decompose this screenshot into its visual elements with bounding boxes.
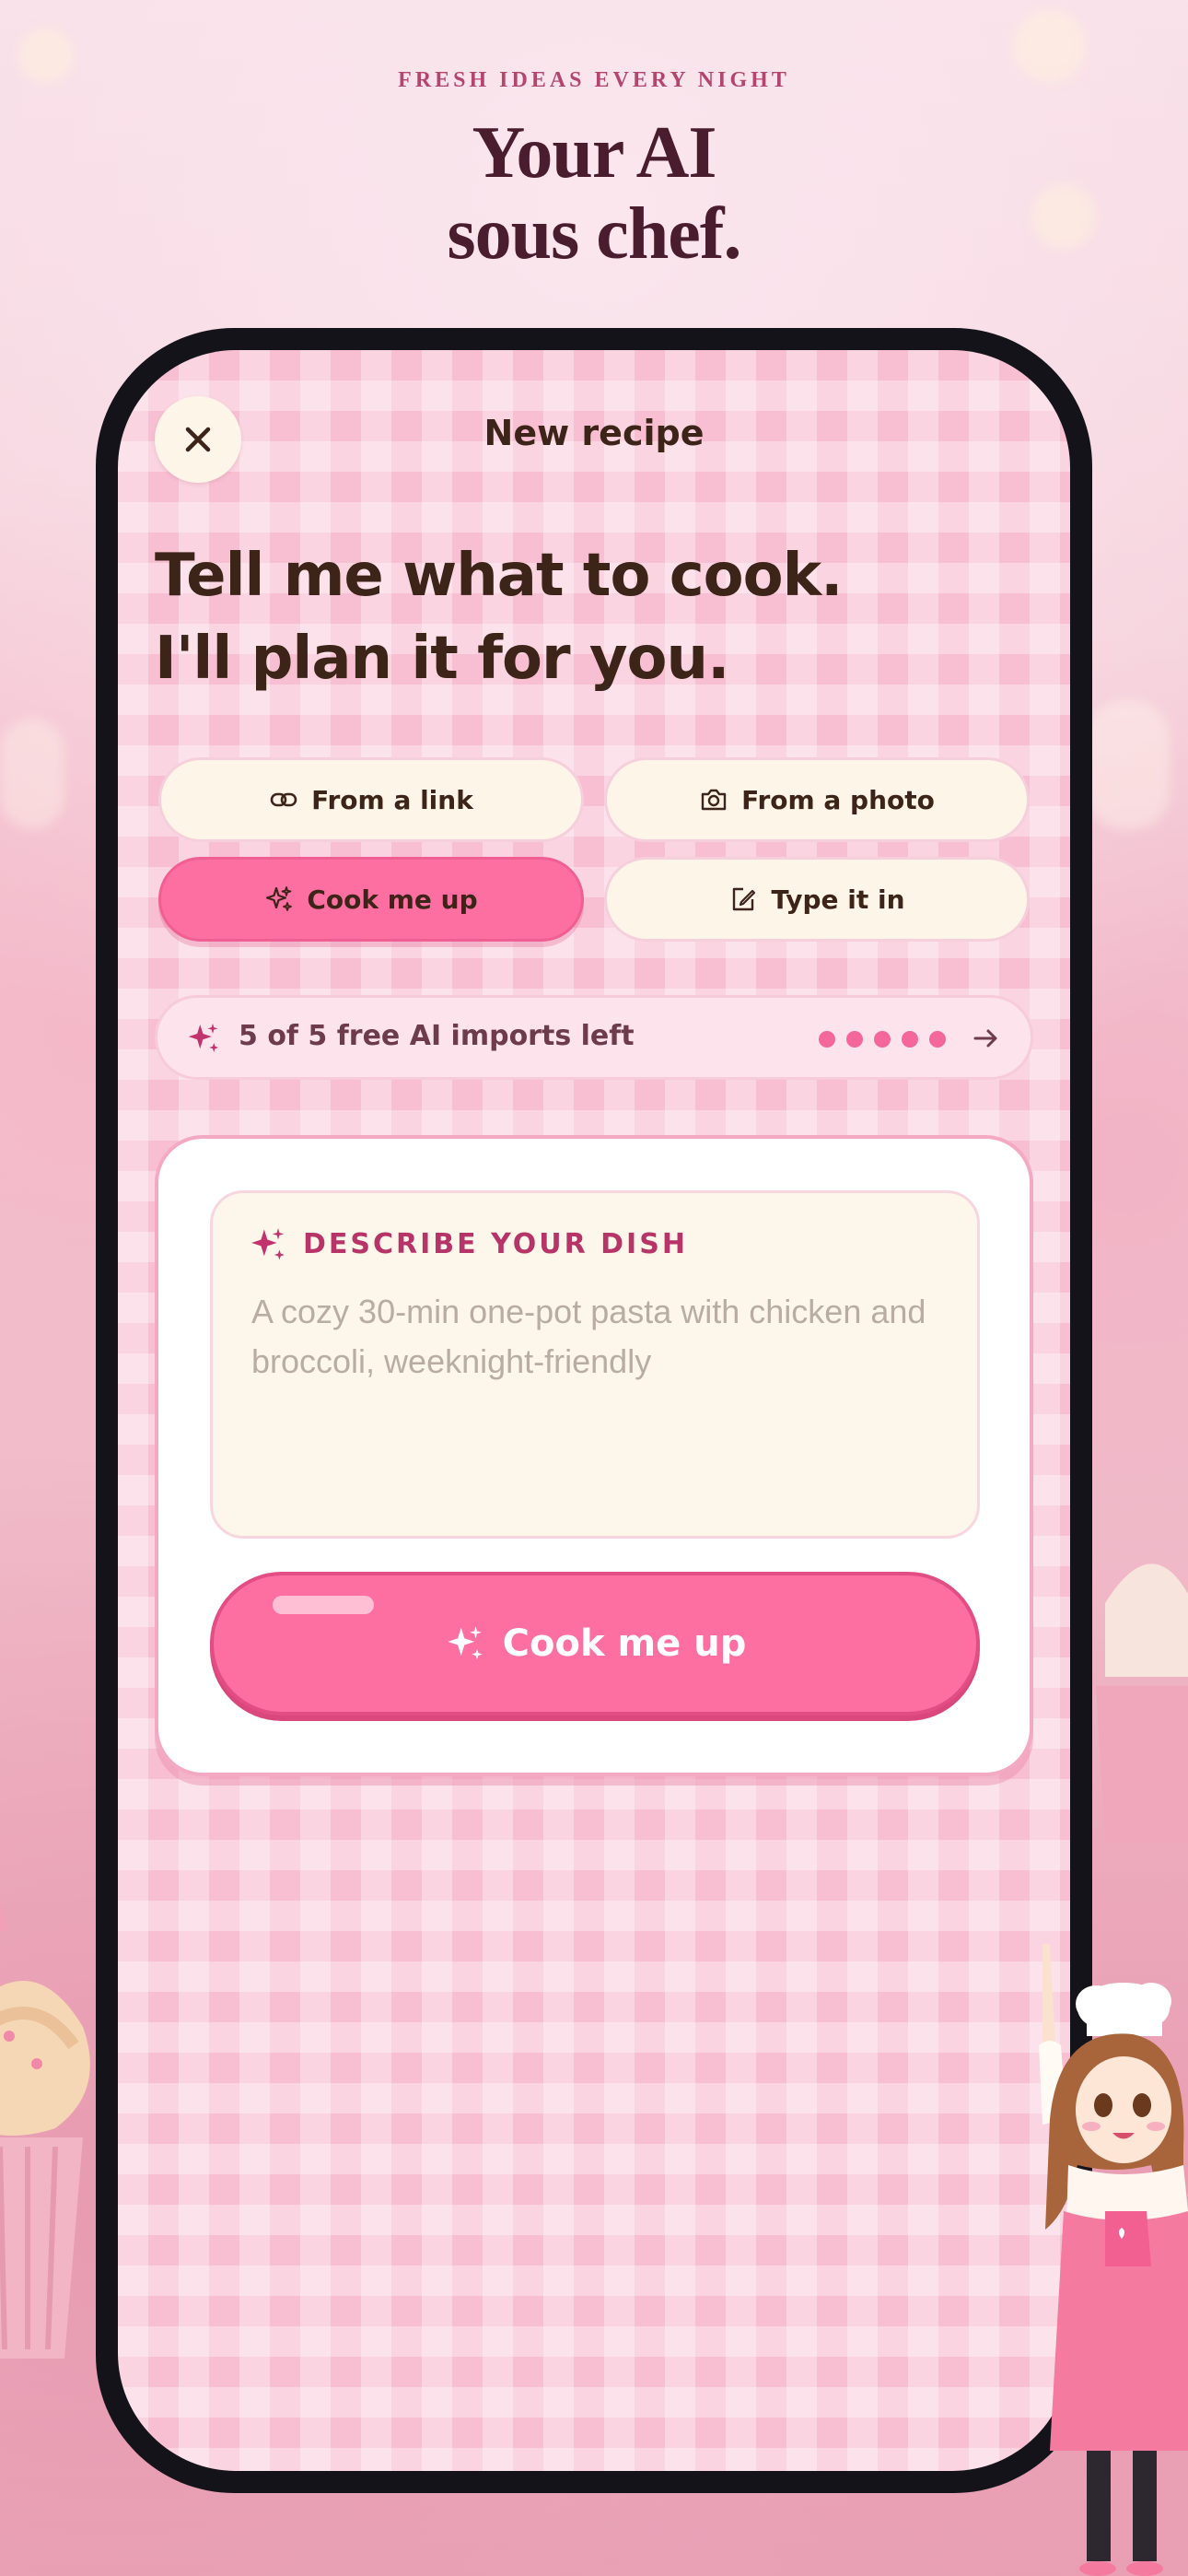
quota-dot	[929, 1031, 946, 1048]
sparkles-icon	[266, 886, 293, 911]
mode-type-it-in[interactable]: Type it in	[604, 857, 1030, 942]
chef-mascot-illustration	[1039, 1944, 1188, 2576]
quota-text: 5 of 5 free AI imports left	[239, 1020, 635, 1052]
arrow-right-icon	[973, 1029, 997, 1048]
sparkles-icon	[188, 1023, 219, 1052]
prompt-label: DESCRIBE YOUR DISH	[303, 1228, 688, 1260]
camera-icon	[701, 789, 727, 811]
cupcake-illustration	[0, 1901, 90, 2359]
mode-from-link[interactable]: From a link	[158, 757, 584, 842]
cta-label: Cook me up	[502, 1622, 747, 1665]
describe-card: DESCRIBE YOUR DISH Cook me up	[155, 1135, 1033, 1776]
headline-line: I'll plan it for you.	[155, 625, 729, 693]
quota-dot	[902, 1031, 918, 1048]
mode-label: Cook me up	[307, 884, 478, 915]
mode-cook-me-up[interactable]: Cook me up	[158, 857, 584, 942]
hero-title-line: sous chef.	[447, 193, 742, 275]
headline-line: Tell me what to cook.	[155, 542, 843, 610]
hero-title-line: Your AI	[472, 112, 717, 193]
mode-label: From a link	[311, 784, 473, 815]
quota-dot	[874, 1031, 891, 1048]
page-headline: Tell me what to cook. I'll plan it for y…	[155, 534, 1039, 700]
phone-frame: New recipe Tell me what to cook. I'll pl…	[96, 328, 1092, 2493]
ai-import-quota[interactable]: 5 of 5 free AI imports left	[155, 995, 1033, 1080]
link-icon	[270, 792, 297, 807]
hero-kicker: FRESH IDEAS EVERY NIGHT	[398, 68, 790, 92]
edit-icon	[733, 887, 756, 911]
hero-title: Your AI sous chef.	[0, 112, 1188, 275]
mode-label: From a photo	[741, 784, 935, 815]
mode-from-photo[interactable]: From a photo	[604, 757, 1030, 842]
prompt-box: DESCRIBE YOUR DISH	[210, 1190, 980, 1539]
sparkles-icon	[447, 1626, 483, 1660]
button-shine	[273, 1596, 374, 1614]
quota-dots	[819, 1031, 946, 1048]
cook-me-up-button[interactable]: Cook me up	[210, 1572, 980, 1715]
background-bokeh	[0, 719, 64, 829]
cupcake-illustration	[1096, 1563, 1188, 1843]
quota-dot	[846, 1031, 863, 1048]
mode-label: Type it in	[771, 884, 905, 915]
quota-dot	[819, 1031, 835, 1048]
background-bokeh	[1087, 700, 1170, 829]
sparkles-icon	[251, 1228, 285, 1260]
app-screen: New recipe Tell me what to cook. I'll pl…	[118, 350, 1070, 2471]
nav-title: New recipe	[483, 413, 705, 453]
dish-description-input[interactable]	[250, 1285, 953, 1510]
